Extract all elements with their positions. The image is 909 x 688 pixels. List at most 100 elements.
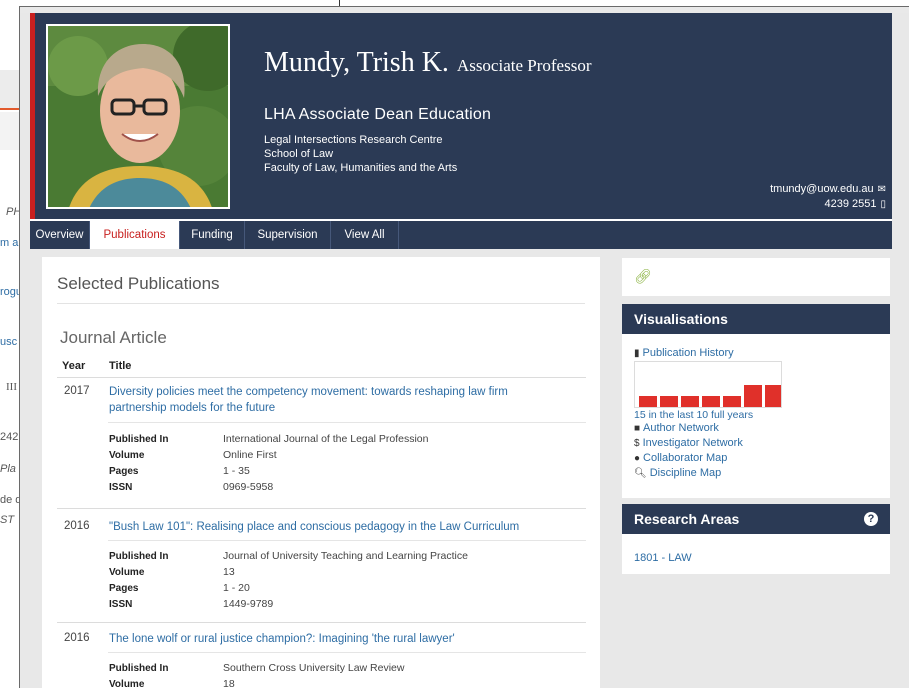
label-volume: Volume bbox=[109, 450, 145, 461]
globe-icon: ● bbox=[634, 453, 641, 464]
label-issn: ISSN bbox=[109, 599, 133, 610]
investigator-network-link[interactable]: $ Investigator Network bbox=[634, 437, 743, 449]
value-published-in: Journal of University Teaching and Learn… bbox=[223, 550, 468, 562]
profile-rank: Associate Professor bbox=[456, 56, 592, 75]
chart-bar bbox=[681, 396, 699, 407]
publication-history-label: Publication History bbox=[642, 347, 734, 359]
profile-header: Mundy, Trish K. Associate Professor LHA … bbox=[30, 13, 892, 219]
discipline-map-link[interactable]: 🔍︎ Discipline Map bbox=[634, 467, 721, 479]
phone-icon: ▯ bbox=[880, 199, 886, 210]
row-divider bbox=[57, 377, 586, 378]
bar-chart-icon: ▮ bbox=[634, 348, 640, 359]
label-published-in: Published In bbox=[109, 551, 169, 562]
value-volume: Online First bbox=[223, 449, 277, 461]
search-icon: 🔍︎ bbox=[634, 468, 647, 479]
visualisations-heading: Visualisations bbox=[622, 304, 890, 334]
publication-title-link[interactable]: Diversity policies meet the competency m… bbox=[109, 384, 564, 416]
profile-unit-link[interactable]: School of Law bbox=[264, 148, 333, 160]
value-issn: 1449-9789 bbox=[223, 598, 274, 610]
profile-photo bbox=[46, 24, 230, 209]
book-icon: ■ bbox=[634, 423, 641, 434]
value-published-in: International Journal of the Legal Profe… bbox=[223, 433, 429, 445]
research-area-link[interactable]: 1801 - LAW bbox=[634, 552, 692, 564]
publication-year: 2016 bbox=[64, 632, 90, 644]
background-text: ST bbox=[0, 514, 15, 526]
value-volume: 13 bbox=[223, 566, 235, 578]
discipline-map-label: Discipline Map bbox=[649, 467, 722, 479]
chart-bar bbox=[639, 396, 657, 407]
profile-window: Mundy, Trish K. Associate Professor LHA … bbox=[19, 6, 909, 688]
label-pages: Pages bbox=[109, 466, 139, 477]
email-address[interactable]: tmundy@uow.edu.au bbox=[770, 183, 874, 195]
value-pages: 1 - 20 bbox=[223, 582, 250, 594]
tab-supervision[interactable]: Supervision bbox=[245, 221, 331, 249]
tab-view-all[interactable]: View All bbox=[331, 221, 399, 249]
row-divider bbox=[57, 622, 586, 623]
label-volume: Volume bbox=[109, 567, 145, 578]
collaborator-map-link[interactable]: ● Collaborator Map bbox=[634, 452, 727, 464]
chart-bar bbox=[702, 396, 720, 407]
subsection-title: Journal Article bbox=[60, 328, 167, 347]
background-text: 242 bbox=[0, 431, 19, 443]
label-pages: Pages bbox=[109, 583, 139, 594]
background-band bbox=[0, 70, 20, 110]
profile-tabs: Overview Publications Funding Supervisio… bbox=[30, 219, 892, 249]
publication-title-link[interactable]: "Bush Law 101": Realising place and cons… bbox=[109, 519, 564, 535]
chart-bar bbox=[744, 385, 762, 407]
contact-phone: 4239 2551 ▯ bbox=[824, 198, 886, 210]
tab-publications[interactable]: Publications bbox=[90, 221, 180, 249]
profile-name: Mundy, Trish K. bbox=[264, 47, 449, 78]
publication-history-link[interactable]: ▮ Publication History bbox=[634, 347, 734, 359]
profile-unit-link[interactable]: Legal Intersections Research Centre bbox=[264, 134, 443, 146]
label-published-in: Published In bbox=[109, 434, 169, 445]
permalink-box: 🔗︎ bbox=[622, 258, 890, 296]
label-issn: ISSN bbox=[109, 482, 133, 493]
background-text: Pla bbox=[0, 463, 16, 475]
research-areas-panel: Research Areas ? 1801 - LAW bbox=[622, 504, 890, 574]
investigator-network-label: Investigator Network bbox=[642, 437, 743, 449]
envelope-icon: ✉ bbox=[877, 184, 886, 195]
publication-count: 15 in the last 10 full years bbox=[634, 409, 754, 421]
background-accent-line bbox=[0, 108, 20, 110]
value-pages: 1 - 35 bbox=[223, 465, 250, 477]
profile-position: LHA Associate Dean Education bbox=[264, 106, 492, 123]
background-band bbox=[0, 112, 20, 150]
background-text: m a bbox=[0, 237, 19, 249]
visualisations-panel: Visualisations ▮ Publication History 15 i… bbox=[622, 304, 890, 498]
window-tick bbox=[339, 0, 340, 6]
chart-bar bbox=[723, 396, 741, 407]
publication-history-chart[interactable] bbox=[634, 361, 782, 408]
author-network-link[interactable]: ■ Author Network bbox=[634, 422, 719, 434]
section-title: Selected Publications bbox=[57, 274, 220, 293]
help-icon[interactable]: ? bbox=[864, 512, 878, 526]
collaborator-map-label: Collaborator Map bbox=[643, 452, 728, 464]
chart-bar bbox=[765, 385, 781, 407]
publications-panel: Selected Publications Journal Article Ye… bbox=[42, 257, 600, 688]
profile-unit-link[interactable]: Faculty of Law, Humanities and the Arts bbox=[264, 162, 457, 174]
tab-funding[interactable]: Funding bbox=[180, 221, 245, 249]
publication-year: 2017 bbox=[64, 385, 90, 397]
dollar-icon: $ bbox=[634, 438, 640, 449]
publication-year: 2016 bbox=[64, 520, 90, 532]
column-header-title: Title bbox=[109, 360, 132, 372]
row-divider bbox=[108, 540, 586, 541]
header-accent-bar bbox=[30, 13, 35, 219]
value-published-in: Southern Cross University Law Review bbox=[223, 662, 405, 674]
value-volume: 18 bbox=[223, 678, 235, 688]
background-text: usc bbox=[0, 336, 18, 348]
profile-name-line: Mundy, Trish K. Associate Professor bbox=[264, 47, 591, 79]
row-divider bbox=[108, 652, 586, 653]
row-divider bbox=[57, 508, 586, 509]
author-network-label: Author Network bbox=[643, 422, 719, 434]
label-published-in: Published In bbox=[109, 663, 169, 674]
background-text: III bbox=[6, 381, 17, 393]
research-areas-heading: Research Areas bbox=[622, 504, 890, 534]
label-volume: Volume bbox=[109, 679, 145, 688]
link-icon[interactable]: 🔗︎ bbox=[634, 268, 652, 285]
value-issn: 0969-5958 bbox=[223, 481, 274, 493]
contact-email[interactable]: tmundy@uow.edu.au ✉ bbox=[770, 183, 886, 195]
publication-title-link[interactable]: The lone wolf or rural justice champion?… bbox=[109, 631, 564, 647]
tab-overview[interactable]: Overview bbox=[30, 221, 90, 249]
row-divider bbox=[108, 422, 586, 423]
screen: PH m a rogu usc III 242 Pla de d ST Mund… bbox=[0, 0, 909, 688]
